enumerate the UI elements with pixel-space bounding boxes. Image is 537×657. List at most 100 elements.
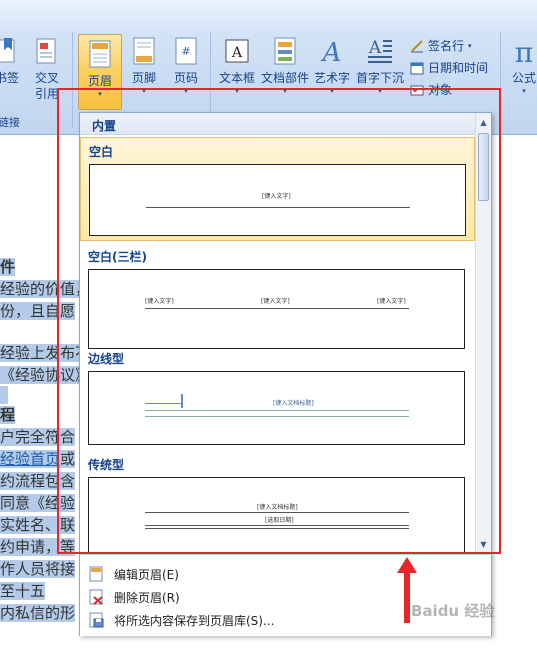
drop-cap-button[interactable]: A 首字下沉 ▾ [354,36,406,96]
drop-cap-icon: A [368,38,392,63]
links-group-label: 链接 [0,116,20,129]
placeholder-text: [键入文字] [377,298,406,305]
object-label: 对象 [428,83,453,97]
doc-line: 程 [0,406,16,424]
header-rule [145,308,409,309]
placeholder-text: [选取日期] [265,517,294,524]
delete-header-label: 删除页眉(R) [114,590,180,605]
wordart-icon: A [321,38,342,66]
doc-line: 内私信的形 [0,604,76,622]
drop-cap-dropdown-icon: ▾ [378,87,382,95]
gallery-item-blank[interactable]: 空白 [键入文字] [80,137,475,241]
text-box-dropdown-icon: ▾ [235,87,239,95]
cross-reference-icon [36,38,56,64]
pi-icon: π [515,36,533,66]
equation-button[interactable]: π 公式 ▾ [506,36,537,96]
header-rule [145,528,409,529]
cross-reference-label-1: 交叉 [34,71,59,85]
gallery-item-traditional[interactable]: 传统型 [键入文档标题] [选取日期] [80,451,475,553]
doc-line: 约流程包含 [0,472,76,490]
wordart-button[interactable]: A 艺术字 ▾ [312,36,352,96]
gallery-item-title: 边线型 [88,352,125,366]
quick-parts-dropdown-icon: ▾ [283,87,287,95]
doc-line: 作人员将接 [0,560,76,578]
doc-line: 户完全符合 [0,428,76,446]
header-gallery-dropdown: 内置 空白 [键入文字] 空白(三栏) [键入文字] [键入文字] [键入文字]… [79,112,492,636]
accent-rule [145,403,181,404]
watermark: Baidu 经验 [411,602,495,620]
doc-line: 经验上发布不 [0,344,91,362]
footer-button[interactable]: 页脚 ▾ [126,36,162,96]
placeholder-text: [键入文字] [262,193,291,200]
quick-parts-button[interactable]: 文档部件 ▾ [260,36,310,96]
svg-text:A: A [231,45,243,61]
gallery-item-blank-three-column[interactable]: 空白(三栏) [键入文字] [键入文字] [键入文字] [80,243,475,349]
doc-line: 《经验协议》 [0,366,91,384]
svg-text:A: A [368,38,382,58]
delete-header-icon [89,589,103,605]
gallery-item-title: 空白 [89,145,114,159]
gallery-section-header: 内置 [80,113,475,135]
object-button[interactable]: 对象 [410,81,452,98]
scroll-down-icon[interactable]: ▼ [478,539,489,550]
group-separator [500,32,501,128]
signature-line-button[interactable]: 签名行 ▾ [410,37,472,54]
accent-bar [181,394,183,408]
footer-dropdown-icon: ▾ [142,87,146,95]
save-to-gallery-icon [89,612,104,628]
header-dropdown-icon: ▾ [98,90,102,98]
text-box-label: 文本框 [218,71,255,85]
text-box-button[interactable]: A 文本框 ▾ [216,36,258,96]
cross-reference-button[interactable]: 交叉 引用 [30,36,64,102]
scroll-thumb[interactable] [478,133,489,201]
header-button[interactable]: 页眉 ▾ [78,34,122,110]
header-rule [146,207,410,208]
signature-line-label: 签名行 [428,39,465,53]
header-rule [145,512,409,513]
placeholder-text: [键入文档标题] [257,504,298,511]
doc-line: 经验首页或 [0,450,76,468]
placeholder-text: [键入文档标题] [273,400,314,407]
scroll-up-icon[interactable]: ▲ [478,117,489,128]
doc-line: 份，且自愿 [0,302,76,320]
page-number-label: 页码 [173,71,198,85]
header-preview-thumbnail: [键入文档标题] [选取日期] [88,477,465,553]
header-rule [145,416,409,417]
page-number-button[interactable]: # 页码 ▾ [168,36,204,96]
footer-label: 页脚 [131,71,156,85]
date-time-button[interactable]: 日期和时间 [410,59,488,76]
doc-line: 约申请，等 [0,538,76,556]
bookmark-label: 书签 [0,71,19,85]
quick-parts-label: 文档部件 [260,71,309,85]
cross-reference-label-2: 引用 [34,87,59,101]
doc-line: 件 [0,258,16,276]
gallery-menu: 编辑页眉(E) 删除页眉(R) 将所选内容保存到页眉库(S)... [80,554,491,636]
equation-dropdown-icon: ▾ [522,87,526,95]
placeholder-text: [键入文字] [261,298,290,305]
gallery-scrollbar[interactable]: ▲ ▼ [475,113,491,553]
gallery-item-border-line[interactable]: 边线型 [键入文档标题] [80,345,475,449]
doc-line: 经验的价值， [0,280,91,298]
edit-header-menu-item[interactable]: 编辑页眉(E) [80,563,491,585]
gallery-item-title: 空白(三栏) [88,250,147,264]
text-box-icon: A [225,39,249,63]
page-number-icon: # [175,37,197,65]
doc-line: 同意《经验 [0,494,76,512]
header-preview-thumbnail: [键入文档标题] [88,371,465,445]
gallery-item-title: 传统型 [88,458,125,472]
signature-line-dropdown-icon: ▾ [468,41,472,50]
group-separator [72,32,73,128]
doc-link[interactable]: 经验首页 [0,450,60,468]
header-preview-thumbnail: [键入文字] [键入文字] [键入文字] [88,269,465,349]
edit-header-label: 编辑页眉(E) [114,567,179,582]
quick-parts-icon [274,37,296,65]
svg-text:π: π [515,36,533,66]
object-icon [410,85,424,95]
header-preview-thumbnail: [键入文字] [89,164,466,236]
header-rule [145,410,409,411]
bookmark-button[interactable]: 书签 [0,36,20,86]
page-number-dropdown-icon: ▾ [184,87,188,95]
doc-line: 至十五 [0,582,46,600]
edit-header-icon [89,566,103,582]
wordart-label: 艺术字 [313,71,350,85]
